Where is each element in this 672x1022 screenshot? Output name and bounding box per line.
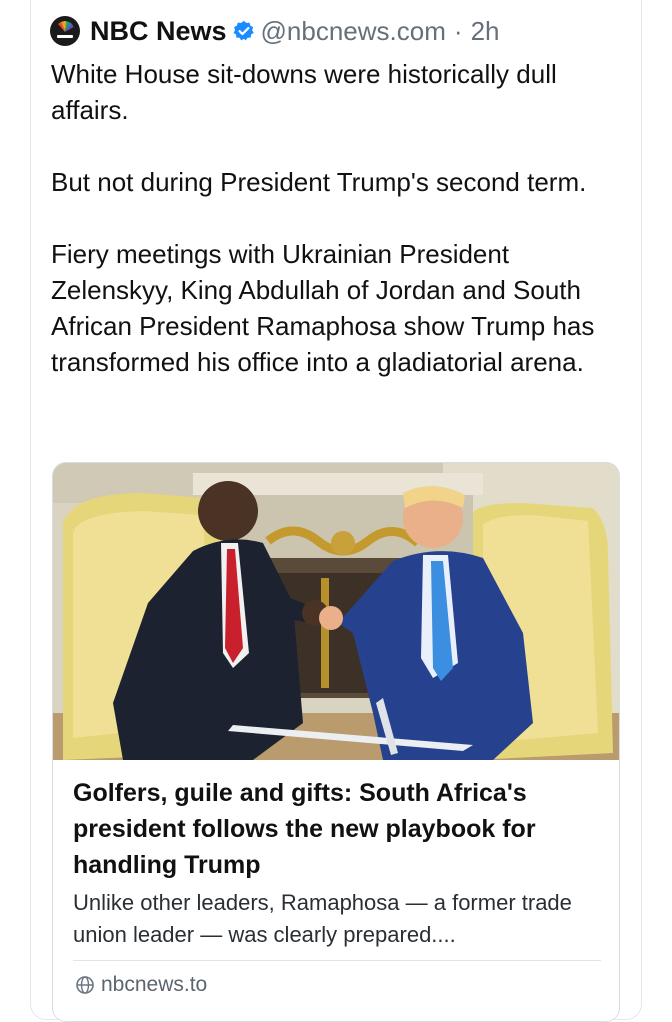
link-preview-card[interactable]: Golfers, guile and gifts: South Africa's…	[52, 462, 620, 1022]
link-divider	[73, 960, 601, 961]
article-thumbnail-image[interactable]	[53, 463, 620, 760]
post-paragraph: White House sit-downs were historically …	[51, 59, 557, 125]
globe-icon	[76, 976, 94, 994]
post-paragraph: Fiery meetings with Ukrainian President …	[51, 239, 595, 377]
avatar[interactable]	[50, 16, 80, 46]
verified-check-icon	[233, 20, 254, 41]
link-title[interactable]: Golfers, guile and gifts: South Africa's…	[73, 775, 603, 883]
post-paragraph: But not during President Trump's second …	[51, 167, 587, 197]
post-header: NBC News @nbcnews.com · 2h	[50, 14, 499, 48]
link-description: Unlike other leaders, Ramaphosa — a form…	[73, 890, 572, 947]
separator-dot: ·	[453, 15, 463, 46]
link-domain-row[interactable]: nbcnews.to	[75, 973, 207, 997]
link-domain: nbcnews.to	[101, 973, 208, 996]
post-timestamp[interactable]: 2h	[471, 16, 500, 47]
author-handle[interactable]: @nbcnews.com	[261, 16, 446, 47]
nbc-peacock-logo	[52, 18, 78, 44]
post-body: White House sit-downs were historically …	[51, 56, 631, 380]
author-name[interactable]: NBC News	[90, 16, 227, 47]
